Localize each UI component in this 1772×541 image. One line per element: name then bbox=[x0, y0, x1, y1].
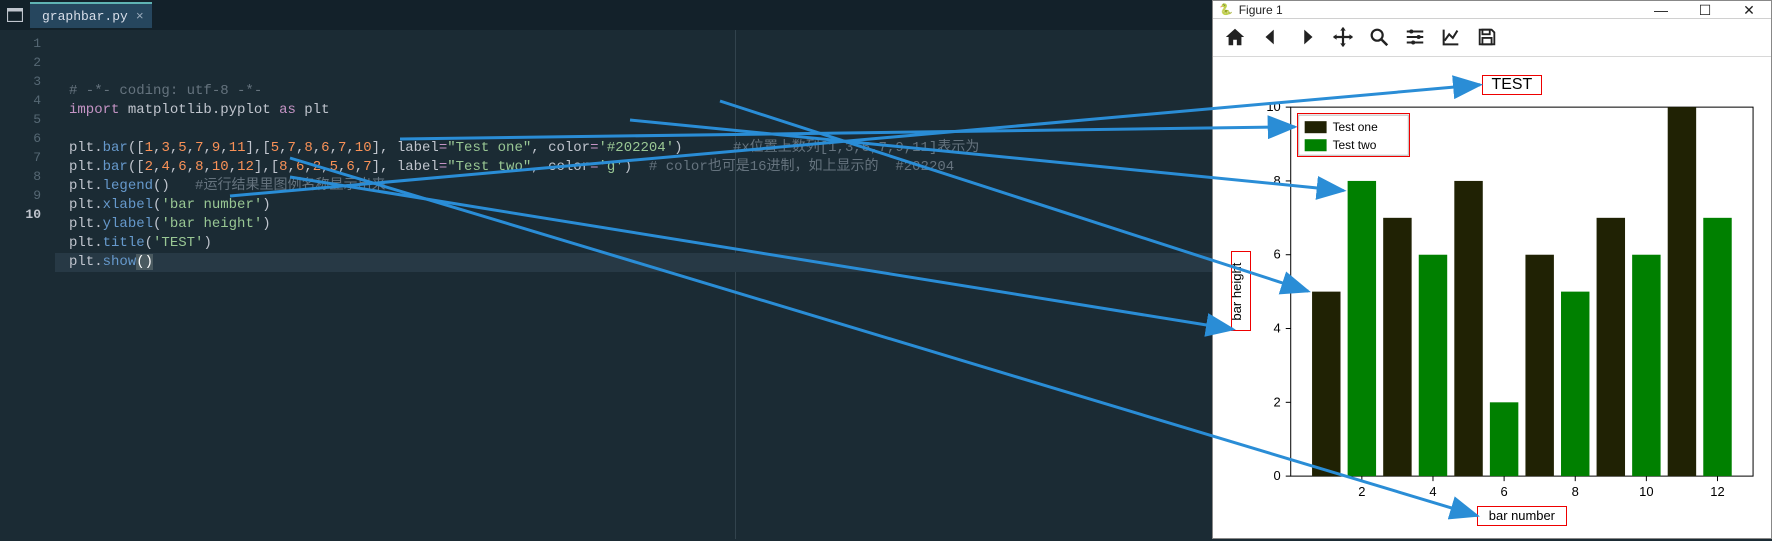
code-line[interactable]: # -*- coding: utf-8 -*- bbox=[55, 82, 1212, 101]
svg-text:4: 4 bbox=[1429, 484, 1436, 499]
svg-text:12: 12 bbox=[1710, 484, 1724, 499]
code-line[interactable]: plt.show() bbox=[55, 253, 1212, 272]
code-line[interactable]: plt.bar([2,4,6,8,10,12],[8,6,2,5,6,7], l… bbox=[55, 158, 1212, 177]
code-area[interactable]: 12345678910 # -*- coding: utf-8 -*-impor… bbox=[0, 30, 1212, 539]
figure-window: 🐍 Figure 1 — ☐ ✕ 0 2 4 6 8 10 2 4 6 8 10 12 TEST bar … bbox=[1212, 0, 1772, 539]
svg-text:bar number: bar number bbox=[1489, 508, 1556, 523]
svg-text:2: 2 bbox=[1358, 484, 1365, 499]
maximize-button[interactable]: ☐ bbox=[1683, 1, 1727, 19]
close-button[interactable]: ✕ bbox=[1727, 1, 1771, 19]
code-line[interactable]: plt.xlabel('bar number') bbox=[55, 196, 1212, 215]
svg-text:6: 6 bbox=[1274, 246, 1281, 261]
pan-icon[interactable] bbox=[1327, 21, 1359, 53]
zoom-icon[interactable] bbox=[1363, 21, 1395, 53]
code-line[interactable]: plt.legend() #运行结果里图例名称显示出来 bbox=[55, 177, 1212, 196]
svg-text:8: 8 bbox=[1274, 173, 1281, 188]
code-editor: graphbar.py × 12345678910 # -*- coding: … bbox=[0, 0, 1212, 539]
svg-text:4: 4 bbox=[1274, 320, 1281, 335]
app-icon: 🐍 bbox=[1219, 3, 1233, 16]
close-icon[interactable]: × bbox=[136, 9, 144, 24]
svg-text:8: 8 bbox=[1572, 484, 1579, 499]
panel-icon bbox=[0, 8, 30, 22]
file-tab[interactable]: graphbar.py × bbox=[30, 2, 152, 28]
back-icon[interactable] bbox=[1255, 21, 1287, 53]
configure-icon[interactable] bbox=[1399, 21, 1431, 53]
minimize-button[interactable]: — bbox=[1639, 1, 1683, 19]
svg-text:2: 2 bbox=[1274, 394, 1281, 409]
window-title: Figure 1 bbox=[1239, 3, 1283, 17]
svg-text:6: 6 bbox=[1501, 484, 1508, 499]
code-line[interactable]: plt.title('TEST') bbox=[55, 234, 1212, 253]
svg-text:bar height: bar height bbox=[1229, 262, 1244, 320]
code-line[interactable] bbox=[55, 120, 1212, 139]
line-gutter: 12345678910 bbox=[0, 30, 55, 539]
mpl-toolbar bbox=[1213, 19, 1771, 57]
svg-text:10: 10 bbox=[1639, 484, 1653, 499]
code-line[interactable]: import matplotlib.pyplot as plt bbox=[55, 101, 1212, 120]
editor-tabs: graphbar.py × bbox=[0, 0, 1212, 30]
svg-text:10: 10 bbox=[1266, 99, 1280, 114]
axes-icon[interactable] bbox=[1435, 21, 1467, 53]
save-icon[interactable] bbox=[1471, 21, 1503, 53]
plot-canvas[interactable]: 0 2 4 6 8 10 2 4 6 8 10 12 TEST bar number bar height T… bbox=[1213, 57, 1771, 538]
forward-icon[interactable] bbox=[1291, 21, 1323, 53]
svg-text:Test two: Test two bbox=[1333, 138, 1377, 152]
svg-text:Test one: Test one bbox=[1333, 120, 1378, 134]
window-titlebar[interactable]: 🐍 Figure 1 — ☐ ✕ bbox=[1213, 1, 1771, 19]
code-line[interactable]: plt.bar([1,3,5,7,9,11],[5,7,8,6,7,10], l… bbox=[55, 139, 1212, 158]
code-text[interactable]: # -*- coding: utf-8 -*-import matplotlib… bbox=[55, 30, 1212, 539]
svg-text:TEST: TEST bbox=[1492, 76, 1533, 93]
home-icon[interactable] bbox=[1219, 21, 1251, 53]
svg-text:0: 0 bbox=[1274, 468, 1281, 483]
tab-filename: graphbar.py bbox=[42, 9, 128, 24]
code-line[interactable]: plt.ylabel('bar height') bbox=[55, 215, 1212, 234]
